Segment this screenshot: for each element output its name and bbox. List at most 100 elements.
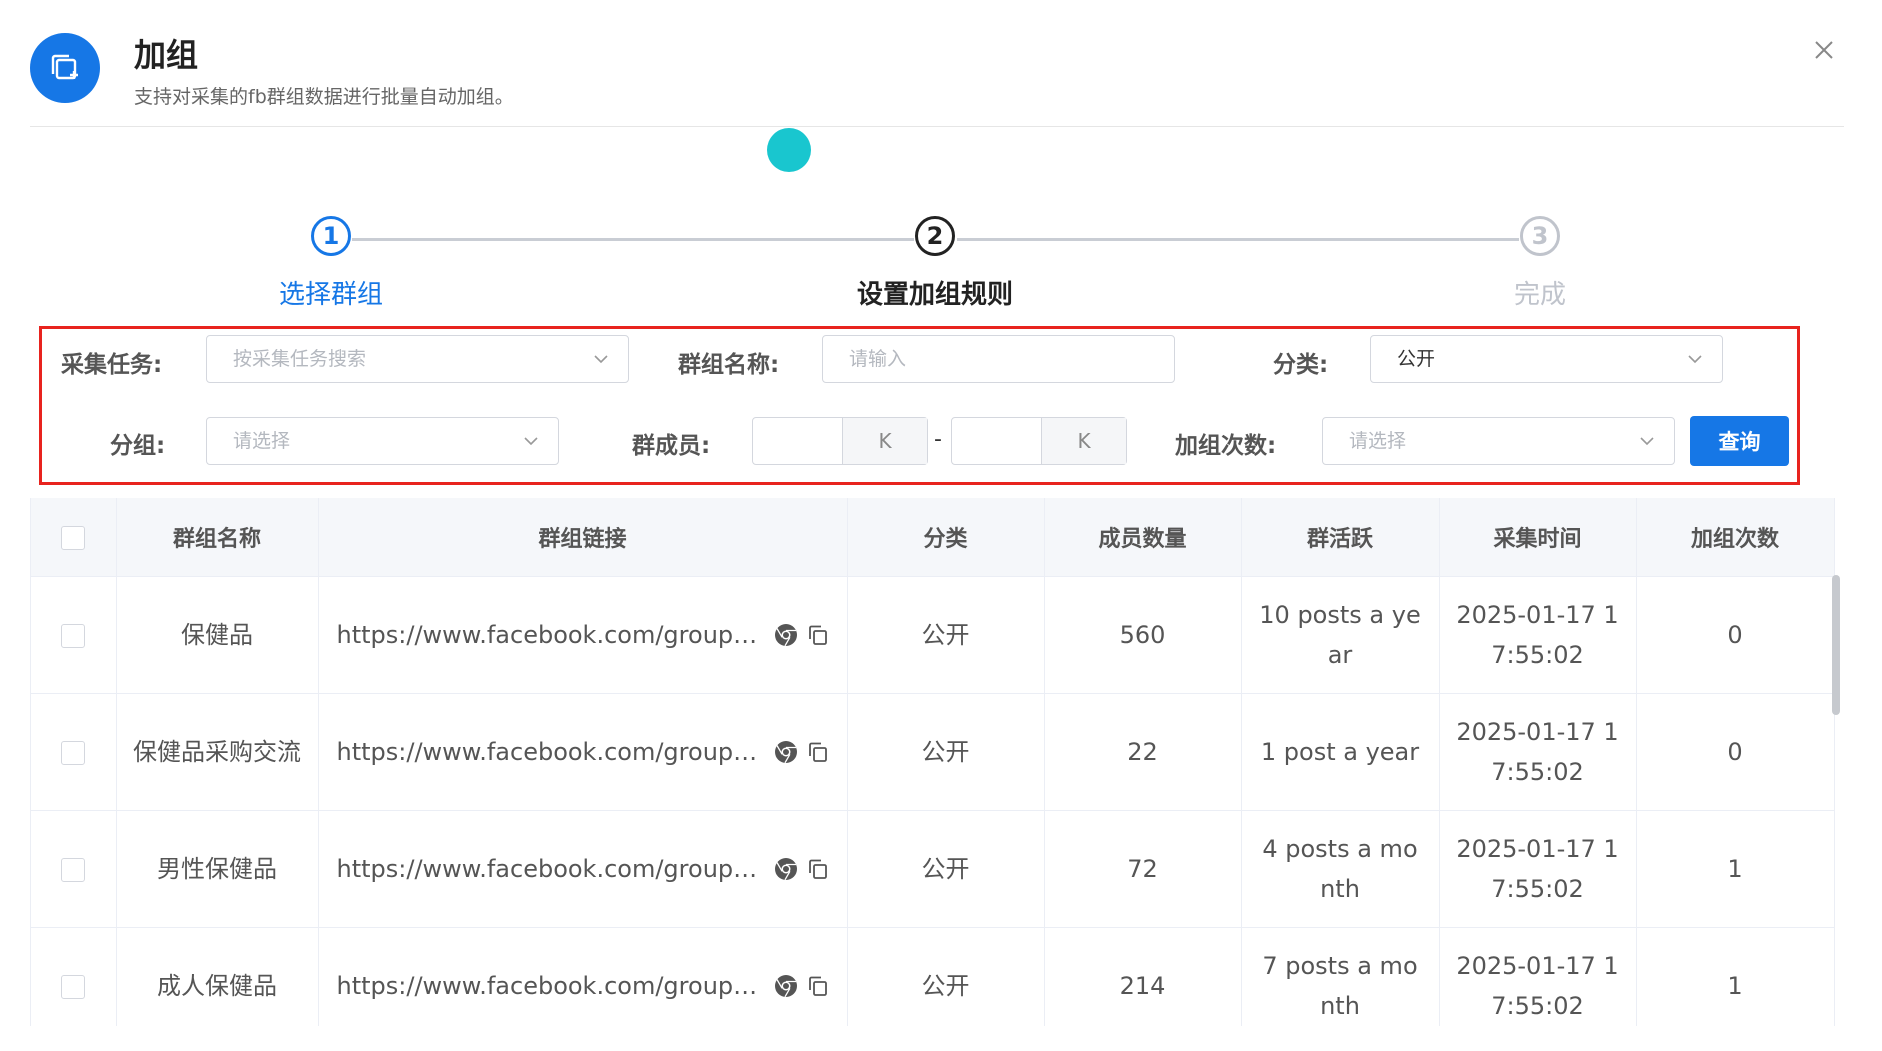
chrome-icon[interactable] — [773, 622, 799, 648]
group-link-text[interactable]: https://www.facebook.com/groups/24... — [337, 615, 767, 655]
close-icon[interactable] — [1813, 39, 1835, 61]
table-header-row: 群组名称 群组链接 分类 成员数量 群活跃 采集时间 加组次数 — [31, 498, 1835, 577]
query-button[interactable]: 查询 — [1690, 416, 1789, 466]
chrome-icon[interactable] — [773, 973, 799, 999]
category-cell: 公开 — [847, 810, 1045, 928]
join-count-cell: 0 — [1636, 576, 1835, 694]
chevron-down-icon — [1688, 355, 1702, 364]
dialog-subtitle: 支持对采集的fb群组数据进行批量自动加组。 — [134, 86, 514, 108]
step-2-circle: 2 — [915, 216, 955, 256]
col-group-link: 群组链接 — [318, 498, 848, 577]
group-select[interactable]: 请选择 — [206, 417, 559, 465]
task-label: 采集任务: — [61, 352, 163, 378]
group-name-cell: 保健品 — [116, 576, 319, 694]
join-count-select[interactable]: 请选择 — [1322, 417, 1675, 465]
step-2-label: 设置加组规则 — [856, 280, 1013, 310]
table-scrollbar[interactable] — [1832, 575, 1840, 715]
group-name-input[interactable]: 请输入 — [822, 335, 1175, 383]
row-select-cell[interactable] — [31, 927, 117, 1026]
group-link-cell: https://www.facebook.com/groups/29... — [318, 810, 848, 928]
select-all-cell[interactable] — [31, 498, 117, 577]
join-count-cell: 0 — [1636, 693, 1835, 811]
category-cell: 公开 — [847, 693, 1045, 811]
step-connector-2 — [957, 238, 1519, 241]
row-checkbox[interactable] — [61, 975, 86, 999]
task-select[interactable]: 按采集任务搜索 — [206, 335, 629, 383]
chrome-icon[interactable] — [773, 856, 799, 882]
group-link-cell: https://www.facebook.com/groups/24... — [318, 576, 848, 694]
row-select-cell[interactable] — [31, 810, 117, 928]
dialog-title: 加组 — [134, 36, 199, 74]
table-row: 成人保健品 https://www.facebook.com/groups/23… — [31, 927, 1835, 1026]
join-count-cell: 1 — [1636, 810, 1835, 928]
group-link-text[interactable]: https://www.facebook.com/groups/29... — [337, 849, 767, 889]
join-count-cell: 1 — [1636, 927, 1835, 1026]
members-max-unit: K — [1041, 418, 1126, 464]
copy-icon[interactable] — [805, 739, 831, 765]
step-1-circle: 1 — [311, 216, 351, 256]
group-link-cell: https://www.facebook.com/groups/23... — [318, 927, 848, 1026]
table-row: 男性保健品 https://www.facebook.com/groups/29… — [31, 810, 1835, 928]
step-1-label: 选择群组 — [278, 280, 383, 310]
group-link-text[interactable]: https://www.facebook.com/groups/23... — [337, 966, 767, 1006]
group-name-placeholder: 请输入 — [849, 348, 907, 370]
collect-time-cell: 2025-01-17 17:55:02 — [1439, 576, 1637, 694]
category-select[interactable]: 公开 — [1370, 335, 1723, 383]
group-name-label: 群组名称: — [678, 352, 780, 378]
table-row: 保健品采购交流 https://www.facebook.com/groups/… — [31, 693, 1835, 811]
members-min-unit: K — [842, 418, 927, 464]
collect-time-cell: 2025-01-17 17:55:02 — [1439, 810, 1637, 928]
task-placeholder: 按采集任务搜索 — [233, 348, 367, 370]
category-value: 公开 — [1397, 348, 1436, 370]
copy-icon[interactable] — [805, 622, 831, 648]
groups-table: 群组名称 群组链接 分类 成员数量 群活跃 采集时间 加组次数 保健品 http… — [30, 498, 1846, 1026]
table-row: 保健品 https://www.facebook.com/groups/24..… — [31, 576, 1835, 694]
members-label: 群成员: — [632, 433, 711, 459]
chevron-down-icon — [1640, 437, 1654, 446]
activity-cell: 1 post a year — [1241, 693, 1440, 811]
members-cell: 72 — [1044, 810, 1242, 928]
select-all-checkbox[interactable] — [61, 525, 86, 550]
cursor-indicator — [767, 128, 811, 172]
category-cell: 公开 — [847, 576, 1045, 694]
members-cell: 22 — [1044, 693, 1242, 811]
members-max-input[interactable]: K — [951, 417, 1127, 465]
add-group-icon — [30, 33, 100, 103]
row-checkbox[interactable] — [61, 858, 86, 882]
category-label: 分类: — [1273, 352, 1329, 378]
close-button[interactable] — [1806, 32, 1842, 68]
step-3-label: 完成 — [1513, 280, 1566, 310]
members-cell: 560 — [1044, 576, 1242, 694]
members-min-value[interactable] — [753, 418, 842, 464]
members-max-value[interactable] — [952, 418, 1041, 464]
group-link-cell: https://www.facebook.com/groups/15... — [318, 693, 848, 811]
step-3-circle: 3 — [1520, 216, 1560, 256]
col-join-count: 加组次数 — [1636, 498, 1835, 577]
category-cell: 公开 — [847, 927, 1045, 1026]
join-group-dialog: 加组 支持对采集的fb群组数据进行批量自动加组。 1 选择群组 2 设置加组规则… — [0, 0, 1882, 1051]
activity-cell: 4 posts a month — [1241, 810, 1440, 928]
row-select-cell[interactable] — [31, 693, 117, 811]
copy-icon[interactable] — [805, 856, 831, 882]
group-name-cell: 保健品采购交流 — [116, 693, 319, 811]
step-connector-1 — [352, 238, 914, 241]
group-placeholder: 请选择 — [233, 430, 291, 452]
collect-time-cell: 2025-01-17 17:55:02 — [1439, 693, 1637, 811]
col-activity: 群活跃 — [1241, 498, 1440, 577]
col-category: 分类 — [847, 498, 1045, 577]
col-members: 成员数量 — [1044, 498, 1242, 577]
col-group-name: 群组名称 — [116, 498, 319, 577]
range-separator: - — [934, 427, 942, 452]
members-min-input[interactable]: K — [752, 417, 928, 465]
row-checkbox[interactable] — [61, 624, 86, 648]
members-cell: 214 — [1044, 927, 1242, 1026]
join-count-label: 加组次数: — [1175, 433, 1277, 459]
row-checkbox[interactable] — [61, 741, 86, 765]
group-link-text[interactable]: https://www.facebook.com/groups/15... — [337, 732, 767, 772]
row-select-cell[interactable] — [31, 576, 117, 694]
chevron-down-icon — [524, 437, 538, 446]
chrome-icon[interactable] — [773, 739, 799, 765]
activity-cell: 10 posts a year — [1241, 576, 1440, 694]
copy-icon[interactable] — [805, 973, 831, 999]
col-collect-time: 采集时间 — [1439, 498, 1637, 577]
